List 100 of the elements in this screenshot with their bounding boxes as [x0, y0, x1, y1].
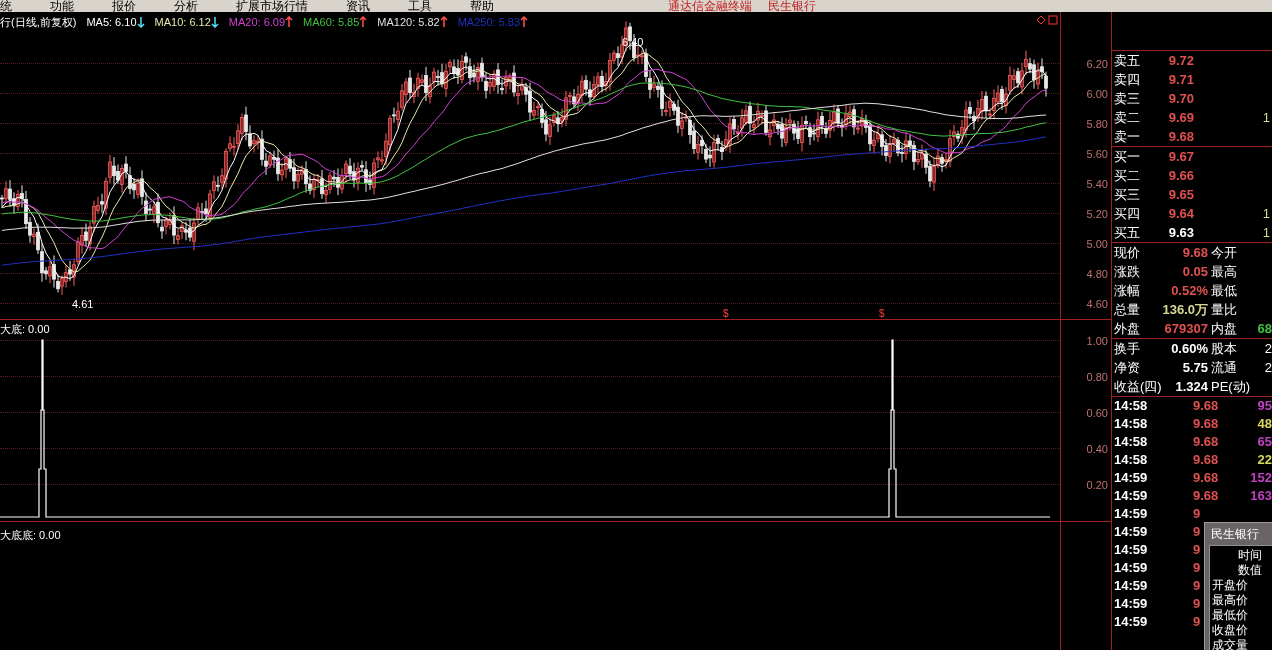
ma-legend-label: MA60: 5.85	[303, 15, 360, 30]
menu-item[interactable]: 帮助	[470, 0, 494, 12]
tick-time: 14:58	[1114, 451, 1149, 469]
ma-legend-label: MA120: 5.82	[377, 15, 440, 30]
tick-price: 9	[1193, 505, 1201, 523]
finance-label: 换手	[1114, 340, 1141, 358]
quote-label: 涨幅	[1114, 282, 1141, 300]
order-level-label: 买五	[1114, 224, 1141, 242]
tick-time: 14:59	[1114, 595, 1149, 613]
indicator-axis-label: 0.60	[1086, 406, 1108, 421]
stock-title: 民生银行	[768, 0, 816, 12]
order-price: 9.64	[1167, 205, 1194, 223]
order-price: 9.68	[1167, 128, 1194, 146]
popup-item[interactable]: 数值	[1212, 563, 1262, 578]
tick-time: 14:59	[1114, 613, 1149, 631]
order-price: 9.63	[1167, 224, 1194, 242]
finance-label: 流通	[1211, 359, 1237, 377]
quote-value: 0.05	[1181, 263, 1208, 281]
finance-label: 收益(四)	[1114, 378, 1163, 396]
finance-value: 5.75	[1181, 359, 1208, 377]
finance-value: 1.324	[1174, 378, 1208, 396]
tick-volume: 152	[1250, 469, 1272, 487]
indicator-title: 大底: 0.00	[0, 322, 50, 337]
quote-value: 0.52%	[1170, 282, 1208, 300]
quote-label: 现价	[1114, 244, 1141, 262]
order-price: 9.71	[1167, 71, 1194, 89]
quote-label: 内盘	[1211, 320, 1237, 338]
price-axis-label: 5.40	[1086, 177, 1108, 192]
finance-value: 2	[1264, 359, 1272, 377]
menu-item[interactable]: 工具	[408, 0, 432, 12]
price-axis-label: 5.60	[1086, 147, 1108, 162]
chart-title: 行(日线,前复权)	[0, 15, 77, 30]
popup-item[interactable]: 最低价	[1212, 608, 1248, 623]
finance-value: 0.60%	[1170, 340, 1208, 358]
quote-label: 最低	[1211, 282, 1237, 300]
price-axis-label: 6.00	[1086, 87, 1108, 102]
ma-legend-label: MA5: 6.10	[86, 15, 137, 30]
tick-volume: 65	[1257, 433, 1272, 451]
tick-price: 9	[1193, 595, 1201, 613]
popup-item[interactable]: 时间	[1212, 548, 1262, 563]
finance-value: 2	[1264, 340, 1272, 358]
order-price: 9.65	[1167, 186, 1194, 204]
popup-item[interactable]: 收盘价	[1212, 623, 1248, 638]
price-axis-label: 6.20	[1086, 57, 1108, 72]
tick-price: 9.68	[1193, 415, 1219, 433]
quote-value: 679307	[1163, 320, 1208, 338]
tick-price: 9	[1193, 577, 1201, 595]
tick-time: 14:58	[1114, 415, 1149, 433]
tick-volume: 163	[1250, 487, 1272, 505]
tick-time: 14:59	[1114, 469, 1149, 487]
app-title: 通达信金融终端	[668, 0, 752, 12]
order-level-label: 买二	[1114, 167, 1141, 185]
price-axis-label: 4.80	[1086, 267, 1108, 282]
order-volume: 1	[1262, 109, 1271, 127]
quote-label: 最高	[1211, 263, 1237, 281]
low-price-label: 4.61	[72, 297, 94, 312]
popup-item[interactable]: 开盘价	[1212, 578, 1248, 593]
indicator-axis-label: 1.00	[1086, 334, 1108, 349]
tick-time: 14:59	[1114, 541, 1149, 559]
order-level-label: 卖五	[1114, 52, 1141, 70]
price-axis-label: 5.80	[1086, 117, 1108, 132]
order-level-label: 买四	[1114, 205, 1141, 223]
tick-price: 9.68	[1193, 451, 1219, 469]
indicator-axis-label: 0.40	[1086, 442, 1108, 457]
tick-volume: 48	[1257, 415, 1272, 433]
tick-price: 9	[1193, 613, 1201, 631]
tick-price: 9.68	[1193, 433, 1219, 451]
price-axis-label: 5.00	[1086, 237, 1108, 252]
popup-title: 民生银行	[1210, 526, 1260, 543]
diamond-icon[interactable]	[1036, 15, 1046, 25]
quote-label: 涨跌	[1114, 263, 1141, 281]
tick-volume: 95	[1257, 397, 1272, 415]
indicator-title: 大底底: 0.00	[0, 528, 61, 543]
quote-label: 总量	[1114, 301, 1141, 319]
order-level-label: 卖四	[1114, 71, 1141, 89]
order-price: 9.70	[1167, 90, 1194, 108]
finance-label: 净资	[1114, 359, 1141, 377]
quote-value: 9.68	[1181, 244, 1208, 262]
square-icon[interactable]	[1048, 15, 1058, 25]
tick-time: 14:59	[1114, 505, 1149, 523]
tick-price: 9.68	[1193, 487, 1219, 505]
menu-item[interactable]: 功能	[50, 0, 74, 12]
menu-item[interactable]: 统	[0, 0, 12, 12]
tick-price: 9	[1193, 541, 1201, 559]
tick-time: 14:59	[1114, 577, 1149, 595]
tick-price: 9.68	[1193, 469, 1219, 487]
menu-item[interactable]: 分析	[174, 0, 198, 12]
order-level-label: 买三	[1114, 186, 1141, 204]
order-volume: 1	[1262, 224, 1271, 242]
price-axis-label: 4.60	[1086, 297, 1108, 312]
quote-label: 量比	[1211, 301, 1237, 319]
menu-item[interactable]: 报价	[112, 0, 136, 12]
ma-legend-label: MA20: 6.09	[228, 15, 286, 30]
menu-item[interactable]: 资讯	[346, 0, 370, 12]
menu-item[interactable]: 扩展市场行情	[236, 0, 308, 12]
tick-volume: 22	[1257, 451, 1272, 469]
popup-item[interactable]: 最高价	[1212, 593, 1248, 608]
order-level-label: 卖二	[1114, 109, 1141, 127]
tick-time: 14:59	[1114, 523, 1149, 541]
signal-marker: $	[879, 307, 885, 321]
